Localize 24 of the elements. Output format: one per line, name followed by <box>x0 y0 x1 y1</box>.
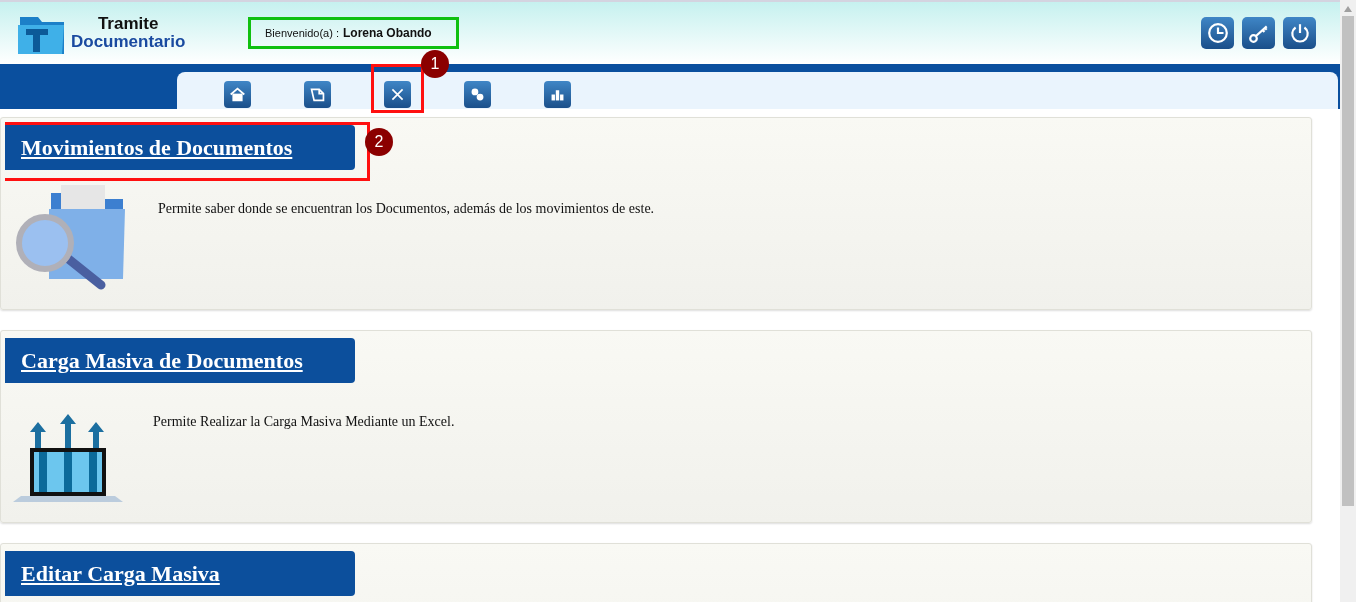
scrollbar[interactable] <box>1340 0 1356 602</box>
logo-title: Tramite <box>97 15 159 33</box>
user-name: Lorena Obando <box>343 26 432 40</box>
clock-button[interactable] <box>1201 17 1234 49</box>
home-tab[interactable] <box>223 81 251 108</box>
section-title-link[interactable]: Movimientos de Documentos <box>5 125 355 170</box>
power-icon <box>1288 22 1311 44</box>
clock-icon <box>1206 22 1229 44</box>
chart-tab[interactable] <box>543 81 571 108</box>
power-button[interactable] <box>1283 17 1316 49</box>
section-title-link[interactable]: Editar Carga Masiva <box>5 551 355 596</box>
gears-tab[interactable] <box>463 81 491 108</box>
tools-tab[interactable] <box>383 81 411 108</box>
section-description: Permite saber donde se encuentran los Documentos, además de los movimientos de este. <box>158 201 655 217</box>
document-icon <box>308 86 326 103</box>
document-tab[interactable] <box>303 81 331 108</box>
callout-badge: 2 <box>365 128 393 156</box>
logo-subtitle: Documentario <box>71 33 186 51</box>
section-description: Permite Realizar la Carga Masiva Mediante un Excel. <box>153 414 455 430</box>
key-button[interactable] <box>1242 17 1275 49</box>
section-title-link[interactable]: Carga Masiva de Documentos <box>5 338 355 383</box>
scrollbar-thumb[interactable] <box>1342 16 1354 506</box>
home-icon <box>228 86 246 103</box>
welcome-label: Bienvenido(a) : <box>265 27 339 39</box>
